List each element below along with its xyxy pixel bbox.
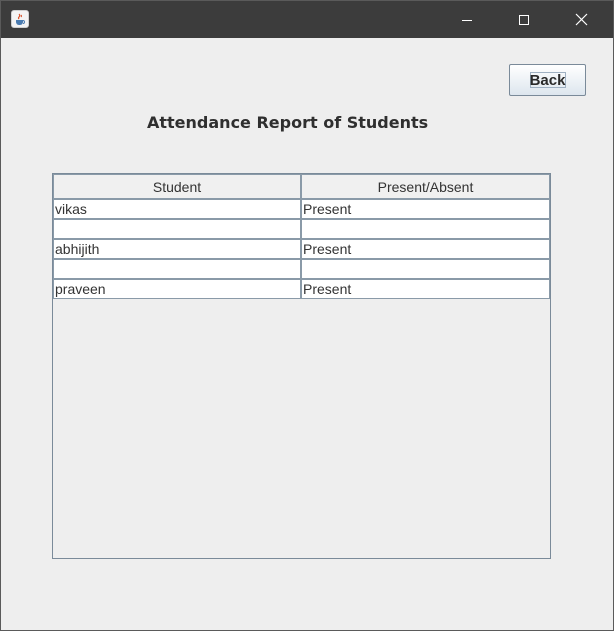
app-window: Back Attendance Report of Students Stude…: [0, 0, 614, 631]
close-button[interactable]: [558, 1, 604, 38]
minimize-icon: [462, 19, 472, 21]
status-cell[interactable]: [301, 219, 550, 239]
student-cell[interactable]: [53, 219, 301, 239]
close-icon: [575, 13, 587, 26]
back-button-label: Back: [529, 71, 566, 89]
student-cell[interactable]: abhijith: [53, 239, 301, 259]
student-cell[interactable]: [53, 259, 301, 279]
student-cell[interactable]: vikas: [53, 199, 301, 219]
table-row[interactable]: [53, 219, 550, 239]
table-row[interactable]: [53, 259, 550, 279]
maximize-button[interactable]: [501, 1, 547, 38]
attendance-table[interactable]: Student Present/Absent vikas Present abh…: [52, 173, 551, 559]
column-header-present-absent[interactable]: Present/Absent: [301, 174, 550, 199]
page-title: Attendance Report of Students: [147, 113, 429, 132]
status-cell[interactable]: Present: [301, 279, 550, 299]
status-cell[interactable]: [301, 259, 550, 279]
student-cell[interactable]: praveen: [53, 279, 301, 299]
back-button[interactable]: Back: [509, 64, 586, 96]
java-cup-icon: [11, 10, 29, 28]
column-header-student[interactable]: Student: [53, 174, 301, 199]
status-cell[interactable]: Present: [301, 199, 550, 219]
table-header: Student Present/Absent: [53, 174, 550, 199]
table-row[interactable]: praveen Present: [53, 279, 550, 299]
maximize-icon: [519, 14, 529, 25]
table-row[interactable]: abhijith Present: [53, 239, 550, 259]
table-row[interactable]: vikas Present: [53, 199, 550, 219]
status-cell[interactable]: Present: [301, 239, 550, 259]
minimize-button[interactable]: [444, 1, 490, 38]
title-bar[interactable]: [1, 1, 613, 38]
table-body: vikas Present abhijith Present praveen P…: [53, 199, 550, 299]
